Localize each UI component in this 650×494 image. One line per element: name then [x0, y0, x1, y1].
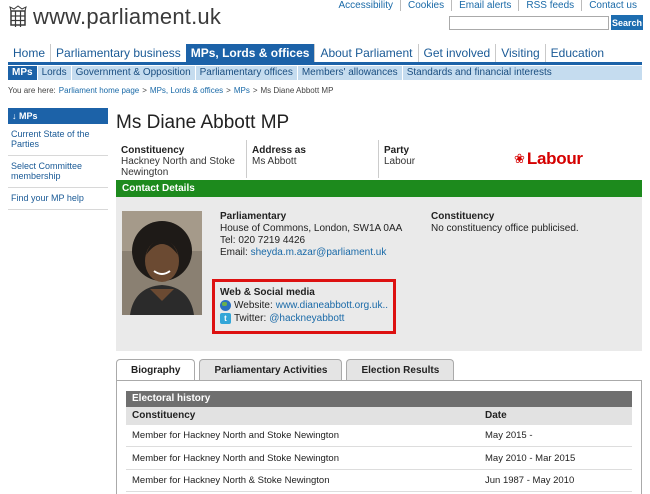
website-row: Website: www.dianeabbott.org.uk.. — [220, 299, 388, 312]
member-photo — [122, 211, 202, 315]
party-logo-text: Labour — [526, 149, 583, 168]
address-as-value: Ms Abbott — [252, 156, 297, 167]
breadcrumb-separator: > — [142, 86, 147, 95]
twitter-icon: t — [220, 313, 231, 324]
sidebar-heading[interactable]: ↓ MPs — [8, 108, 108, 124]
web-social-heading: Web & Social media — [220, 287, 315, 298]
constituency-contact: Constituency No constituency office publ… — [431, 211, 579, 235]
constituency-label: Constituency — [121, 145, 185, 156]
party-logo: ❀ Labour — [514, 149, 583, 169]
main-nav-about-parliament[interactable]: About Parliament — [314, 44, 417, 62]
globe-icon — [220, 300, 231, 311]
breadcrumb-link-mps[interactable]: MPs — [234, 86, 250, 95]
row-constituency: Member for Hackney North and Stoke Newin… — [132, 453, 339, 464]
party-label: Party — [384, 145, 410, 156]
address-as-label: Address as — [252, 145, 306, 156]
main-nav-parliamentary-business[interactable]: Parliamentary business — [50, 44, 186, 62]
rose-icon: ❀ — [514, 151, 525, 166]
breadcrumb-prefix: You are here: — [8, 86, 56, 95]
search-button[interactable]: Search — [611, 15, 643, 30]
constituency-value: Hackney North and Stoke Newington — [121, 156, 235, 178]
sidebar-item-current-state-of-parties[interactable]: Current State of the Parties — [8, 124, 108, 156]
row-date: Jun 1987 - May 2010 — [485, 475, 575, 486]
website-link[interactable]: www.dianeabbott.org.uk.. — [276, 299, 388, 312]
address-as-info: Address as Ms Abbott — [247, 140, 379, 178]
tab-biography[interactable]: Biography — [116, 359, 196, 381]
utility-link-contact-us[interactable]: Contact us — [581, 0, 644, 11]
site-header: www.parliament.uk Accessibility Cookies … — [0, 0, 650, 40]
main-nav-education[interactable]: Education — [544, 44, 609, 62]
main-nav: Home Parliamentary business MPs, Lords &… — [8, 44, 609, 62]
web-social-media-highlight: Web & Social media Website: www.dianeabb… — [212, 279, 396, 334]
main-nav-get-involved[interactable]: Get involved — [417, 44, 496, 62]
main-nav-underline — [8, 62, 642, 65]
sidebar-item-find-your-mp-help[interactable]: Find your MP help — [8, 188, 108, 210]
utility-links: Accessibility Cookies Email alerts RSS f… — [332, 0, 644, 11]
row-date: May 2015 - — [485, 430, 533, 441]
search-input[interactable] — [449, 16, 609, 30]
electoral-history-column-headers: Constituency Date — [126, 407, 632, 425]
contact-details-bar: Contact Details — [116, 180, 642, 197]
portcullis-icon — [9, 5, 27, 27]
utility-link-cookies[interactable]: Cookies — [399, 0, 451, 11]
email-link[interactable]: sheyda.m.azar@parliament.uk — [251, 247, 387, 258]
sidebar-heading-label: MPs — [19, 111, 38, 121]
email-label: Email: — [220, 247, 248, 258]
row-date: May 2010 - Mar 2015 — [485, 453, 576, 464]
profile-tabs: Biography Parliamentary Activities Elect… — [116, 359, 455, 381]
constituency-contact-text: No constituency office publicised. — [431, 223, 579, 234]
twitter-label: Twitter: — [234, 313, 267, 324]
sub-nav-lords[interactable]: Lords — [36, 66, 71, 80]
parliamentary-contact: Parliamentary House of Commons, London, … — [220, 211, 402, 259]
tab-parliamentary-activities[interactable]: Parliamentary Activities — [199, 359, 343, 381]
row-constituency: Member for Hackney North & Stoke Newingt… — [132, 475, 330, 486]
constituency-info: Constituency Hackney North and Stoke New… — [116, 140, 247, 178]
main-nav-home[interactable]: Home — [8, 44, 50, 62]
breadcrumb: You are here: Parliament home page > MPs… — [8, 86, 333, 95]
utility-link-rss-feeds[interactable]: RSS feeds — [518, 0, 581, 11]
party-value: Labour — [384, 156, 416, 167]
column-header-date: Date — [485, 410, 507, 421]
breadcrumb-link-home[interactable]: Parliament home page — [59, 86, 140, 95]
parliamentary-email: Email: sheyda.m.azar@parliament.uk — [220, 247, 402, 259]
constituency-contact-heading: Constituency — [431, 211, 495, 222]
sub-nav-parliamentary-offices[interactable]: Parliamentary offices — [194, 66, 297, 80]
breadcrumb-link-mps-lords-offices[interactable]: MPs, Lords & offices — [150, 86, 223, 95]
utility-link-email-alerts[interactable]: Email alerts — [451, 0, 518, 11]
logo-text: www.parliament.uk — [33, 4, 222, 29]
party-info: Party Labour — [379, 140, 642, 178]
table-row: Member for Hackney North and Stoke Newin… — [126, 425, 632, 447]
breadcrumb-current: Ms Diane Abbott MP — [260, 86, 334, 95]
main-nav-visiting[interactable]: Visiting — [495, 44, 544, 62]
sub-nav-members-allowances[interactable]: Members' allowances — [296, 66, 402, 80]
breadcrumb-separator: > — [252, 86, 258, 95]
table-row: Member for Hackney North & Stoke Newingt… — [126, 470, 632, 492]
twitter-row: t Twitter: @hackneyabbott — [220, 312, 388, 325]
parliamentary-heading: Parliamentary — [220, 211, 287, 222]
sub-nav: MPs Lords Government & Opposition Parlia… — [8, 66, 642, 80]
twitter-link[interactable]: @hackneyabbott — [269, 312, 344, 325]
contact-details-panel: Parliamentary House of Commons, London, … — [116, 197, 642, 351]
sub-nav-mps[interactable]: MPs — [8, 66, 37, 80]
parliamentary-address: House of Commons, London, SW1A 0AA — [220, 223, 403, 234]
page-title: Ms Diane Abbott MP — [116, 112, 290, 133]
sub-nav-government-opposition[interactable]: Government & Opposition — [70, 66, 195, 80]
electoral-history-heading: Electoral history — [126, 391, 632, 407]
sidebar: ↓ MPs Current State of the Parties Selec… — [8, 108, 108, 210]
site-logo[interactable]: www.parliament.uk — [8, 4, 221, 30]
down-arrow-icon: ↓ — [12, 111, 17, 121]
tab-election-results[interactable]: Election Results — [346, 359, 455, 381]
main-nav-mps-lords-offices[interactable]: MPs, Lords & offices — [185, 44, 315, 62]
website-label: Website: — [234, 300, 273, 311]
sub-nav-standards-financial-interests[interactable]: Standards and financial interests — [401, 66, 556, 80]
breadcrumb-separator: > — [226, 86, 231, 95]
sidebar-item-select-committee-membership[interactable]: Select Committee membership — [8, 156, 108, 188]
row-constituency: Member for Hackney North and Stoke Newin… — [132, 430, 339, 441]
column-header-constituency: Constituency — [132, 410, 196, 421]
table-row: Member for Hackney North and Stoke Newin… — [126, 448, 632, 470]
utility-link-accessibility[interactable]: Accessibility — [332, 0, 400, 11]
parliamentary-tel: Tel: 020 7219 4426 — [220, 235, 306, 246]
